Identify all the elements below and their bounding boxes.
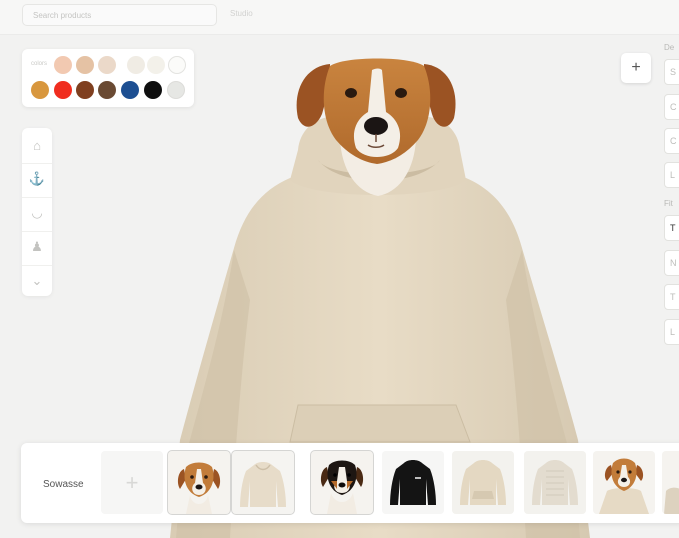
swatch-dark-brown[interactable]: [98, 81, 116, 99]
tool-panel: ⌂ ⚓ ◡ ♟ ⌄: [22, 128, 52, 296]
tricolor-dog-image: [311, 451, 373, 514]
right-fit-option-3[interactable]: T: [664, 284, 679, 310]
shirt-icon[interactable]: ⌂: [22, 130, 52, 160]
plus-icon: +: [125, 469, 139, 495]
swatch-sand[interactable]: [98, 56, 116, 74]
top-hint: Studio: [230, 9, 253, 18]
swatch-navy[interactable]: [121, 81, 139, 99]
swatch-mustard[interactable]: [31, 81, 49, 99]
beige-hoodie-image: [452, 451, 514, 514]
swatch-cream[interactable]: [127, 56, 145, 74]
chevron-down-icon[interactable]: ⌄: [22, 265, 52, 296]
plus-icon: +: [631, 59, 641, 76]
swatch-black[interactable]: [144, 81, 162, 99]
swatch-light-gray[interactable]: [167, 81, 185, 99]
partial-image: [662, 451, 679, 514]
swatch-red[interactable]: [54, 81, 72, 99]
swatch-white[interactable]: [168, 56, 186, 74]
thumbnail-dog-hoodie[interactable]: [593, 451, 655, 514]
thumbnail-dog-tricolor[interactable]: [310, 450, 374, 515]
add-element-button[interactable]: +: [621, 53, 651, 83]
swatch-label: colors: [31, 61, 48, 67]
black-hoodie-image: [382, 451, 444, 514]
right-option-2[interactable]: C: [664, 94, 679, 120]
swatch-ivory[interactable]: [147, 56, 165, 74]
figure-icon[interactable]: ♟: [22, 231, 52, 262]
thumbnail-sweater[interactable]: [524, 451, 586, 514]
swatch-tan[interactable]: [76, 56, 94, 74]
thumbnail-dog[interactable]: [167, 450, 231, 515]
mouth-icon[interactable]: ◡: [22, 197, 52, 228]
anchor-icon[interactable]: ⚓: [22, 163, 52, 194]
add-thumbnail-button[interactable]: +: [101, 451, 163, 514]
right-fit-option-2[interactable]: N: [664, 250, 679, 276]
thumbnail-strip: Sowasse +: [21, 443, 679, 523]
right-fit-option-4[interactable]: L: [664, 319, 679, 345]
right-option-4[interactable]: L: [664, 162, 679, 188]
thumbnail-partial[interactable]: [662, 451, 679, 514]
swatch-peach[interactable]: [54, 56, 72, 74]
swatch-brown[interactable]: [76, 81, 94, 99]
top-bar: Search products Studio: [0, 0, 679, 35]
right-section-label-2: Fit: [664, 199, 673, 208]
color-swatch-panel: colors: [22, 49, 194, 107]
thumbnail-hoodie-beige[interactable]: [452, 451, 514, 514]
dog-image: [168, 451, 230, 514]
strip-label: Sowasse: [43, 479, 84, 490]
sweater-image: [524, 451, 586, 514]
right-option-1[interactable]: S: [664, 59, 679, 85]
hoodie-image: [232, 451, 294, 514]
search-input[interactable]: Search products: [22, 4, 217, 26]
thumbnail-hoodie-plain[interactable]: [231, 450, 295, 515]
dog-hoodie-image: [593, 451, 655, 514]
thumbnail-hoodie-black[interactable]: [382, 451, 444, 514]
right-section-label-1: De: [664, 43, 675, 52]
right-fit-option-1[interactable]: T: [664, 215, 679, 241]
right-option-3[interactable]: C: [664, 128, 679, 154]
